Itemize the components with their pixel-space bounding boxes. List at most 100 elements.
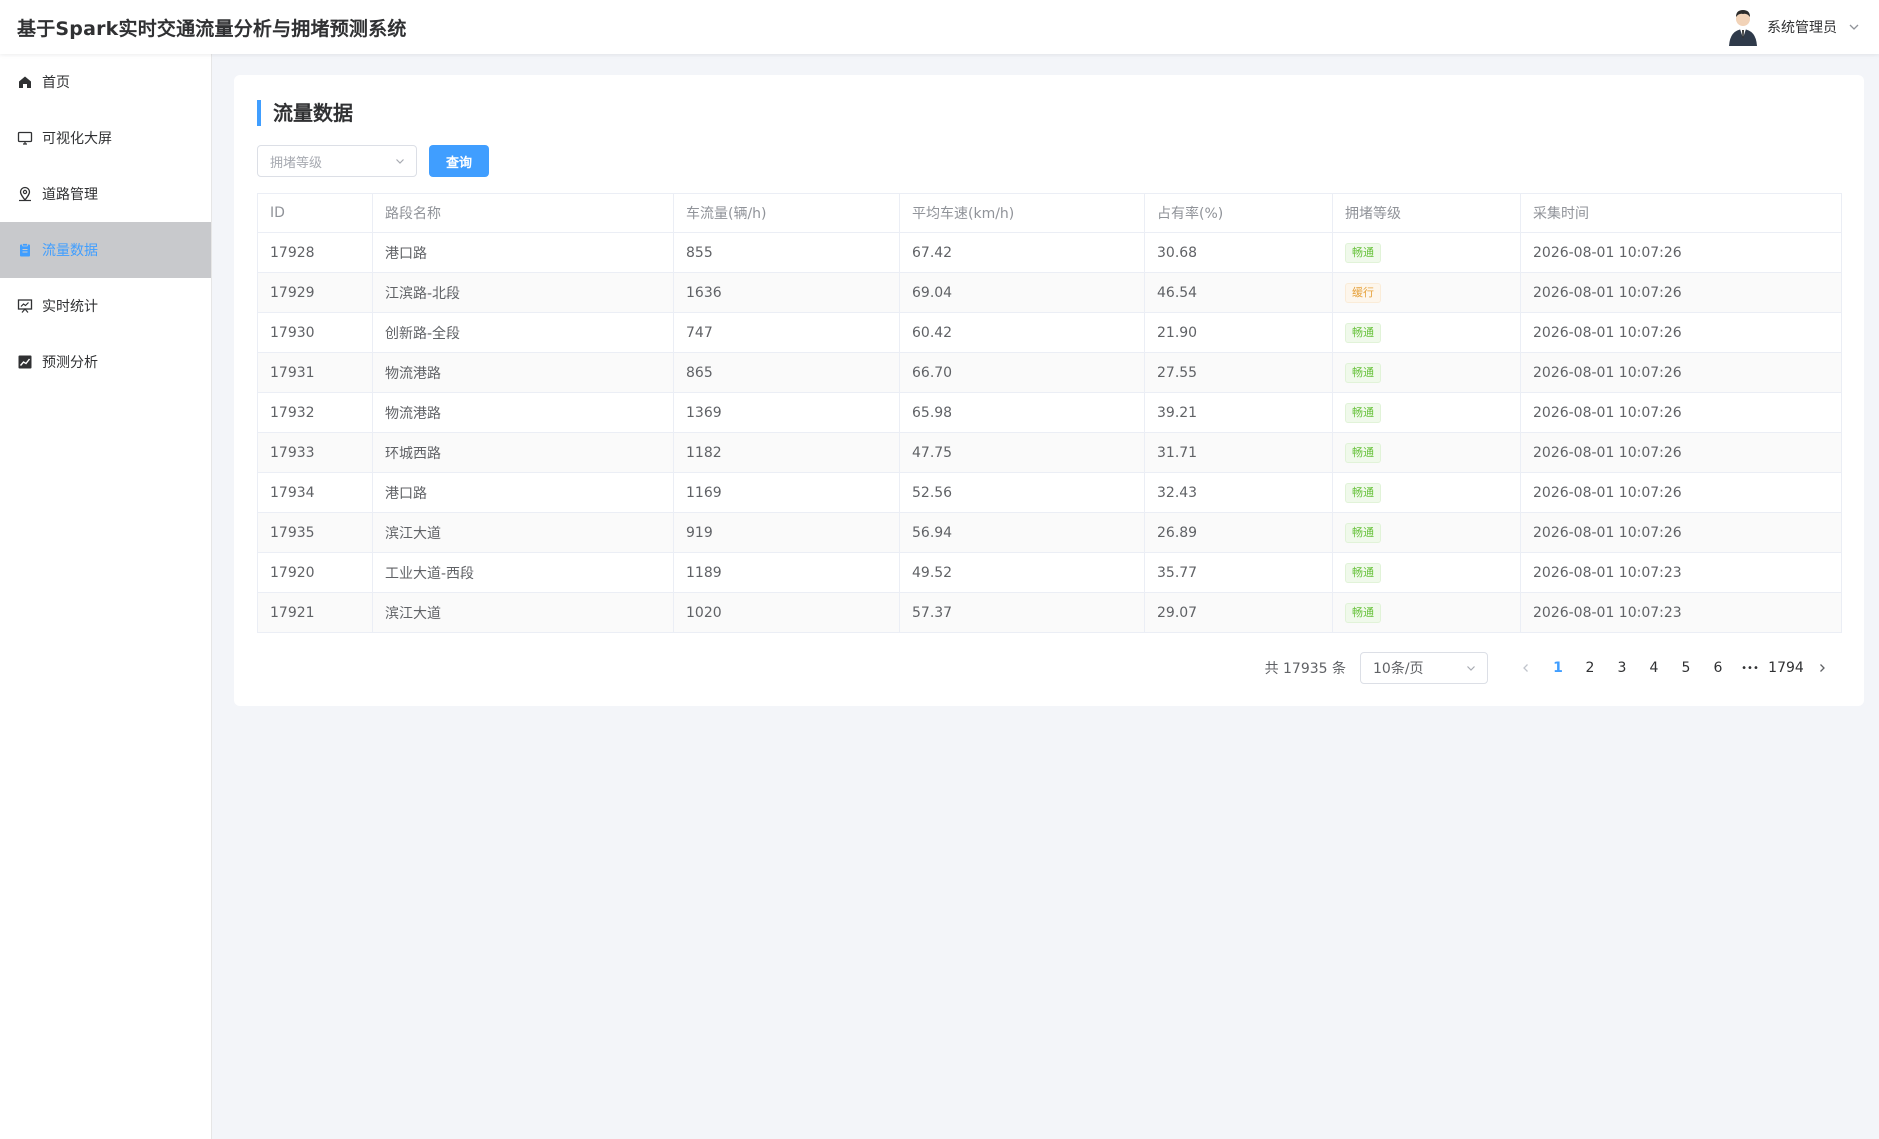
column-header-time: 采集时间 [1520, 193, 1842, 233]
page-last[interactable]: 1794 [1766, 652, 1806, 684]
cell-occupancy: 26.89 [1144, 512, 1333, 553]
congestion-level-tag: 畅通 [1345, 362, 1381, 383]
sidebar-item-label: 流量数据 [42, 243, 98, 259]
cell-time: 2026-08-01 10:07:26 [1520, 432, 1842, 473]
sidebar-item-label: 预测分析 [42, 355, 98, 371]
cell-id: 17931 [257, 352, 373, 393]
sidebar-item-prediction[interactable]: 预测分析 [0, 334, 211, 390]
cell-speed: 56.94 [899, 512, 1145, 553]
next-page-button[interactable] [1806, 652, 1838, 684]
cell-id: 17935 [257, 512, 373, 553]
table-header-row: ID 路段名称 车流量(辆/h) 平均车速(km/h) 占有率(%) 拥堵等级 … [257, 193, 1842, 233]
home-icon [17, 74, 33, 90]
cell-speed: 47.75 [899, 432, 1145, 473]
sidebar-item-label: 道路管理 [42, 187, 98, 203]
table-row: 17935 滨江大道 919 56.94 26.89 畅通 2026-08-01 10:07… [257, 512, 1842, 553]
user-menu[interactable]: 系统管理员 [1727, 8, 1879, 46]
cell-road: 江滨路-北段 [372, 272, 674, 313]
cell-level: 缓行 [1332, 272, 1521, 313]
table-row: 17929 江滨路-北段 1636 69.04 46.54 缓行 2026-08-01 10… [257, 272, 1842, 313]
pagination: 共 17935 条 10条/页 123456 ••• 1794 [1265, 652, 1838, 684]
congestion-level-tag: 畅通 [1345, 602, 1381, 623]
cell-level: 畅通 [1332, 472, 1521, 513]
cell-occupancy: 29.07 [1144, 592, 1333, 633]
congestion-level-tag: 畅通 [1345, 322, 1381, 343]
sidebar-item-label: 可视化大屏 [42, 131, 112, 147]
cell-road: 港口路 [372, 472, 674, 513]
cell-speed: 60.42 [899, 312, 1145, 353]
cell-occupancy: 21.90 [1144, 312, 1333, 353]
congestion-level-tag: 缓行 [1345, 282, 1381, 303]
cell-time: 2026-08-01 10:07:26 [1520, 512, 1842, 553]
trend-chart-icon [17, 354, 33, 370]
prev-page-button[interactable] [1510, 652, 1542, 684]
cell-road: 环城西路 [372, 432, 674, 473]
presentation-chart-icon [17, 298, 33, 314]
table-row: 17931 物流港路 865 66.70 27.55 畅通 2026-08-01 10:07… [257, 352, 1842, 393]
query-button[interactable]: 查询 [429, 145, 489, 177]
cell-speed: 66.70 [899, 352, 1145, 393]
page-number[interactable]: 5 [1670, 652, 1702, 684]
sidebar: 首页 可视化大屏 道路管理 流量数据 实时统计 预测分析 [0, 54, 212, 1139]
cell-time: 2026-08-01 10:07:26 [1520, 312, 1842, 353]
sidebar-item-dashboard[interactable]: 可视化大屏 [0, 110, 211, 166]
content-card: 流量数据 拥堵等级 查询 ID 路段名称 车流量(辆/h) 平均车速(km/h)… [234, 75, 1864, 706]
cell-id: 17933 [257, 432, 373, 473]
table-row: 17928 港口路 855 67.42 30.68 畅通 2026-08-01 10:07:… [257, 232, 1842, 273]
cell-time: 2026-08-01 10:07:26 [1520, 352, 1842, 393]
cell-occupancy: 32.43 [1144, 472, 1333, 513]
table-row: 17921 滨江大道 1020 57.37 29.07 畅通 2026-08-01 10:0… [257, 592, 1842, 633]
sidebar-item-home[interactable]: 首页 [0, 54, 211, 110]
document-icon [17, 242, 33, 258]
cell-occupancy: 46.54 [1144, 272, 1333, 313]
congestion-level-tag: 畅通 [1345, 442, 1381, 463]
column-header-id: ID [257, 193, 373, 233]
column-header-road: 路段名称 [372, 193, 674, 233]
page-size-select[interactable]: 10条/页 [1360, 652, 1488, 684]
cell-level: 畅通 [1332, 512, 1521, 553]
page-number[interactable]: 1 [1542, 652, 1574, 684]
cell-time: 2026-08-01 10:07:23 [1520, 592, 1842, 633]
page-number[interactable]: 3 [1606, 652, 1638, 684]
cell-time: 2026-08-01 10:07:23 [1520, 552, 1842, 593]
pagination-ellipsis[interactable]: ••• [1734, 652, 1766, 684]
column-header-speed: 平均车速(km/h) [899, 193, 1145, 233]
column-header-flow: 车流量(辆/h) [673, 193, 900, 233]
page-number[interactable]: 4 [1638, 652, 1670, 684]
table-row: 17932 物流港路 1369 65.98 39.21 畅通 2026-08-01 10:0… [257, 392, 1842, 433]
sidebar-item-flow-data[interactable]: 流量数据 [0, 222, 211, 278]
chevron-left-icon [1523, 664, 1528, 672]
user-name: 系统管理员 [1767, 20, 1837, 36]
cell-level: 畅通 [1332, 232, 1521, 273]
sidebar-item-realtime-stats[interactable]: 实时统计 [0, 278, 211, 334]
cell-occupancy: 27.55 [1144, 352, 1333, 393]
page-number[interactable]: 6 [1702, 652, 1734, 684]
chevron-down-icon [396, 159, 404, 164]
congestion-level-tag: 畅通 [1345, 242, 1381, 263]
cell-speed: 57.37 [899, 592, 1145, 633]
cell-flow: 747 [673, 312, 900, 353]
column-header-occupancy: 占有率(%) [1144, 193, 1333, 233]
congestion-level-tag: 畅通 [1345, 562, 1381, 583]
cell-time: 2026-08-01 10:07:26 [1520, 232, 1842, 273]
cell-occupancy: 30.68 [1144, 232, 1333, 273]
cell-id: 17934 [257, 472, 373, 513]
cell-flow: 1369 [673, 392, 900, 433]
sidebar-item-label: 首页 [42, 75, 70, 91]
sidebar-item-roads[interactable]: 道路管理 [0, 166, 211, 222]
cell-id: 17932 [257, 392, 373, 433]
table-row: 17934 港口路 1169 52.56 32.43 畅通 2026-08-01 10:07… [257, 472, 1842, 513]
page-number[interactable]: 2 [1574, 652, 1606, 684]
cell-flow: 1169 [673, 472, 900, 513]
cell-flow: 1182 [673, 432, 900, 473]
avatar [1729, 10, 1757, 46]
select-placeholder: 拥堵等级 [270, 155, 323, 171]
cell-level: 畅通 [1332, 592, 1521, 633]
column-header-level: 拥堵等级 [1332, 193, 1521, 233]
app-title: 基于Spark实时交通流量分析与拥堵预测系统 [17, 17, 407, 40]
chevron-down-icon [1849, 24, 1859, 30]
congestion-level-select[interactable]: 拥堵等级 [257, 145, 417, 177]
cell-level: 畅通 [1332, 352, 1521, 393]
top-header: 基于Spark实时交通流量分析与拥堵预测系统 系统管理员 [0, 0, 1879, 54]
cell-road: 港口路 [372, 232, 674, 273]
